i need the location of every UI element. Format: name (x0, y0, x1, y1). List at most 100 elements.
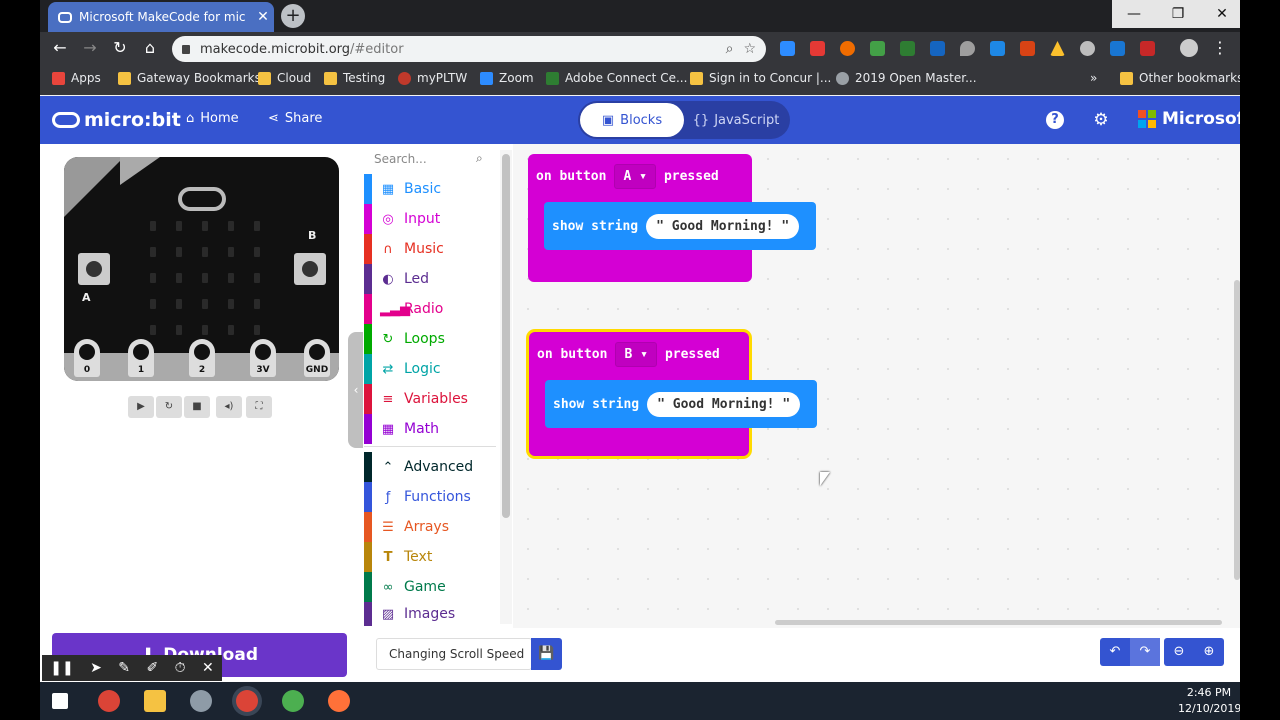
browser-tab[interactable]: Microsoft MakeCode for micro:bit ✕ (48, 2, 274, 32)
category-math[interactable]: ▦ Math (364, 414, 496, 444)
debug-icon[interactable]: ■ (184, 396, 210, 418)
bookmark-link[interactable]: Adobe Connect Ce... (546, 71, 687, 85)
bookmark-link[interactable]: 2019 Open Master... (836, 71, 977, 85)
toolbox-search-input[interactable]: Search... (374, 152, 492, 168)
pin-3v[interactable]: 3V (250, 339, 276, 377)
category-basic[interactable]: ▦ Basic (364, 174, 496, 204)
extension-icon[interactable] (1140, 41, 1155, 56)
string-input[interactable]: " Good Morning! " (647, 391, 801, 417)
show-string-block[interactable]: show string " Good Morning! " (544, 202, 816, 250)
category-led[interactable]: ◐ Led (364, 264, 496, 294)
zoom-extension-icon[interactable] (780, 41, 795, 56)
menu-dots-icon[interactable]: ⋮ (1208, 36, 1232, 60)
star-icon[interactable]: ☆ (743, 41, 756, 57)
window-restore-button[interactable]: ❐ (1156, 0, 1200, 28)
drive-icon[interactable] (1050, 41, 1065, 56)
blocks-tab[interactable]: ▣ Blocks (580, 103, 684, 137)
blocks-workspace[interactable]: on button A ▾ pressed show string " Good… (513, 144, 1240, 628)
project-name-input[interactable]: Changing Scroll Speed (376, 638, 532, 670)
pin-gnd[interactable]: GND (304, 339, 330, 377)
button-dropdown[interactable]: A ▾ (614, 163, 656, 189)
search-icon[interactable]: ⌕ (476, 151, 483, 166)
microbit-logo[interactable]: micro:bit (52, 109, 181, 131)
javascript-tab[interactable]: {} JavaScript (684, 103, 788, 137)
translate-icon[interactable] (990, 41, 1005, 56)
home-icon[interactable]: ⌂ (138, 36, 162, 60)
file-explorer-icon[interactable] (144, 690, 166, 712)
collapse-simulator-icon[interactable]: ‹ (348, 332, 364, 448)
extension-icon[interactable] (870, 41, 885, 56)
pin-1[interactable]: 1 (128, 339, 154, 377)
help-icon[interactable]: ? (1046, 111, 1064, 129)
on-button-a-block[interactable]: on button A ▾ pressed show string " Good… (528, 154, 816, 282)
category-variables[interactable]: ≡ Variables (364, 384, 496, 414)
category-game[interactable]: ∞ Game (364, 572, 496, 602)
pause-icon[interactable]: ❚❚ (50, 660, 73, 676)
play-icon[interactable]: ▶ (128, 396, 154, 418)
map-pin-icon[interactable] (960, 41, 975, 56)
address-bar[interactable]: makecode.microbit.org/#editor ⌕ ☆ (172, 36, 766, 62)
extension-icon[interactable] (840, 41, 855, 56)
zoom-in-icon[interactable]: ⊕ (1194, 638, 1224, 666)
other-bookmarks[interactable]: Other bookmarks (1120, 71, 1240, 85)
button-dropdown[interactable]: B ▾ (615, 341, 657, 367)
extension-icon[interactable] (900, 41, 915, 56)
forward-icon[interactable]: → (78, 36, 102, 60)
pointer-icon[interactable]: ➤ (90, 660, 102, 676)
gear-icon[interactable]: ⚙ (1090, 109, 1112, 131)
bookmark-apps[interactable]: Apps (52, 71, 101, 85)
windows-start-icon[interactable] (52, 693, 68, 709)
bookmark-link[interactable]: Zoom (480, 71, 534, 85)
close-icon[interactable]: ✕ (202, 660, 214, 676)
highlighter-icon[interactable]: ✐ (146, 660, 158, 676)
microsoft-logo[interactable]: Microsoft (1138, 109, 1240, 129)
pin-2[interactable]: 2 (189, 339, 215, 377)
chrome-icon[interactable] (98, 690, 120, 712)
pin-0[interactable]: 0 (74, 339, 100, 377)
bookmark-folder[interactable]: Gateway Bookmarks (118, 71, 261, 85)
pen-icon[interactable]: ✎ (118, 660, 130, 676)
window-minimize-button[interactable]: — (1112, 0, 1156, 28)
restart-icon[interactable]: ↻ (156, 396, 182, 418)
toolbox-scrollbar[interactable] (500, 150, 512, 624)
category-text[interactable]: T Text (364, 542, 496, 572)
category-functions[interactable]: ƒ Functions (364, 482, 496, 512)
bookmarks-overflow-icon[interactable]: » (1090, 71, 1097, 85)
chrome-active-icon[interactable] (236, 690, 258, 712)
category-arrays[interactable]: ☰ Arrays (364, 512, 496, 542)
fullscreen-icon[interactable]: ⛶ (246, 396, 272, 418)
mute-icon[interactable]: ◂) (216, 396, 242, 418)
string-input[interactable]: " Good Morning! " (646, 213, 800, 239)
on-button-b-block[interactable]: on button B ▾ pressed show string " Good… (529, 332, 817, 456)
button-b[interactable] (294, 253, 326, 285)
timer-icon[interactable]: ⏱ (175, 660, 186, 676)
touch-logo[interactable] (178, 187, 226, 211)
tab-close-icon[interactable]: ✕ (252, 9, 274, 25)
show-string-block[interactable]: show string " Good Morning! " (545, 380, 817, 428)
category-input[interactable]: ◎ Input (364, 204, 496, 234)
search-icon[interactable]: ⌕ (726, 41, 734, 57)
firefox-icon[interactable] (328, 690, 350, 712)
redo-icon[interactable]: ↷ (1130, 638, 1160, 666)
undo-icon[interactable]: ↶ (1100, 638, 1130, 666)
app-icon[interactable] (190, 690, 212, 712)
profile-avatar[interactable] (1180, 39, 1198, 57)
microbit-simulator[interactable]: B A 0 1 2 3V GND (64, 157, 339, 381)
back-icon[interactable]: ← (48, 36, 72, 60)
workspace-vertical-scrollbar[interactable] (1234, 280, 1240, 580)
pen-extension-icon[interactable] (1110, 41, 1125, 56)
home-button[interactable]: ⌂ Home (186, 111, 239, 126)
category-advanced[interactable]: ⌃ Advanced (364, 452, 496, 482)
new-tab-button[interactable]: + (281, 4, 305, 28)
bookmark-folder[interactable]: Testing (324, 71, 385, 85)
window-close-button[interactable]: ✕ (1200, 0, 1240, 28)
workspace-horizontal-scrollbar[interactable] (775, 620, 1222, 625)
bookmark-link[interactable]: Sign in to Concur |... (690, 71, 831, 85)
category-music[interactable]: ∩ Music (364, 234, 496, 264)
category-logic[interactable]: ⇄ Logic (364, 354, 496, 384)
reload-icon[interactable]: ↻ (108, 36, 132, 60)
bookmark-folder[interactable]: Cloud (258, 71, 311, 85)
save-icon[interactable]: 💾 (531, 638, 562, 670)
category-images[interactable]: ▨ Images (364, 602, 496, 626)
app-icon[interactable] (282, 690, 304, 712)
